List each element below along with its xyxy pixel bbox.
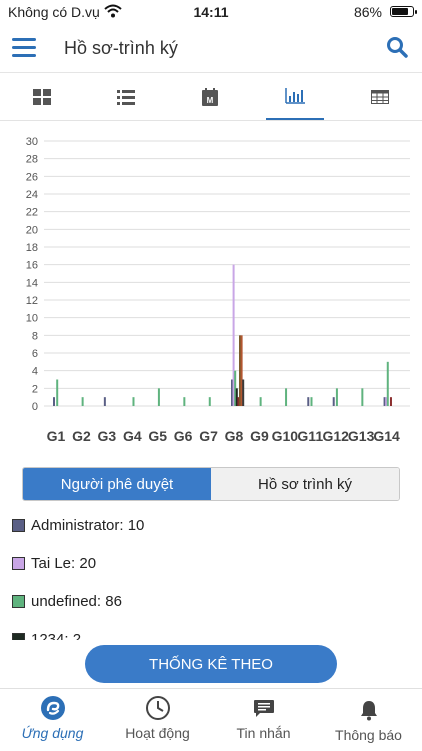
x-tick-label: G10 <box>272 428 299 444</box>
x-tick-label: G7 <box>199 428 218 444</box>
legend-label: Tai Le: 20 <box>31 554 97 572</box>
legend-swatch <box>12 632 25 640</box>
submitted-option[interactable]: Hồ sơ trình ký <box>211 468 399 500</box>
bar <box>285 388 288 406</box>
tab-table[interactable] <box>338 74 422 120</box>
y-tick-label: 26 <box>26 171 38 183</box>
x-tick-label: G4 <box>123 428 142 444</box>
legend-label: undefined: 86 <box>31 592 122 610</box>
calendar-icon: M <box>202 88 218 106</box>
chart-legend: Administrator: 10 Tai Le: 20 undefined: 86… <box>12 510 412 640</box>
x-tick-label: G8 <box>225 428 244 444</box>
bell-icon <box>360 701 377 721</box>
y-tick-label: 28 <box>26 154 38 166</box>
nav-activity[interactable]: Hoạt động <box>105 689 210 751</box>
bar <box>389 397 392 406</box>
tab-chart[interactable] <box>266 74 324 120</box>
nav-notifications-label: Thông báo <box>335 727 402 743</box>
nav-messages[interactable]: Tin nhắn <box>211 689 316 751</box>
tab-list[interactable] <box>84 74 168 120</box>
clock-icon <box>145 696 170 720</box>
legend-item: Administrator: 10 <box>12 514 144 536</box>
bar <box>332 397 335 406</box>
bar <box>361 388 364 406</box>
bar <box>335 388 338 406</box>
calendar-glyph: M <box>207 96 214 105</box>
view-tabs: M <box>0 74 422 121</box>
x-tick-label: G2 <box>72 428 91 444</box>
bar <box>103 397 106 406</box>
bar <box>81 397 84 406</box>
legend-swatch <box>12 556 25 570</box>
legend-item: undefined: 86 <box>12 590 122 612</box>
legend-label: 1234: 2 <box>31 630 82 641</box>
y-tick-label: 14 <box>26 277 38 289</box>
x-tick-label: G6 <box>174 428 193 444</box>
y-tick-label: 18 <box>26 242 38 254</box>
approver-option[interactable]: Người phê duyệt <box>23 468 211 500</box>
x-tick-label: G12 <box>322 428 349 444</box>
legend-item: 1234: 2 <box>12 628 81 640</box>
status-bar: Không có D.vụ 14:11 86% <box>0 0 422 24</box>
y-tick-label: 8 <box>32 330 38 342</box>
bottom-navigation: Ứng dụng Hoạt động Tin nhắn Thông báo <box>0 688 422 751</box>
legend-swatch <box>12 594 25 608</box>
x-tick-label: G1 <box>47 428 66 444</box>
table-icon <box>371 90 389 104</box>
x-tick-label: G3 <box>98 428 117 444</box>
tab-calendar[interactable]: M <box>168 74 252 120</box>
battery-icon <box>390 6 417 17</box>
nav-apps[interactable]: Ứng dụng <box>0 689 105 751</box>
bar-chart-icon <box>285 88 305 104</box>
y-tick-label: 16 <box>26 260 38 272</box>
x-tick-label: G14 <box>373 428 400 444</box>
y-tick-label: 0 <box>32 401 38 413</box>
bar <box>208 397 211 406</box>
y-tick-label: 30 <box>26 136 38 148</box>
y-tick-label: 20 <box>26 224 38 236</box>
grid-icon <box>33 89 51 105</box>
nav-apps-label: Ứng dụng <box>21 725 84 741</box>
page-title: Hồ sơ-trình ký <box>64 38 178 58</box>
bar <box>132 397 135 406</box>
battery-percent: 86% <box>353 4 382 20</box>
legend-item: Tai Le: 20 <box>12 552 96 574</box>
message-icon <box>253 700 274 717</box>
search-icon[interactable] <box>386 36 408 58</box>
bar-chart: 024681012141618202224262830G1 G2 G3 G4 G5 G6 G… <box>26 136 410 444</box>
legend-label: Administrator: 10 <box>31 516 145 534</box>
bar <box>259 397 262 406</box>
bar <box>53 397 55 406</box>
app-icon <box>40 696 65 720</box>
nav-notifications[interactable]: Thông báo <box>316 689 421 751</box>
x-tick-label: G13 <box>348 428 375 444</box>
menu-icon[interactable] <box>12 38 36 58</box>
y-tick-label: 10 <box>26 313 38 325</box>
legend-swatch <box>12 518 25 532</box>
statistics-by-button[interactable]: THỐNG KÊ THEO <box>85 645 337 683</box>
x-tick-label: G9 <box>250 428 269 444</box>
bar <box>183 397 186 406</box>
nav-messages-label: Tin nhắn <box>236 725 291 741</box>
bar <box>242 379 245 406</box>
y-tick-label: 22 <box>26 207 38 219</box>
group-by-switch: Người phê duyệt Hồ sơ trình ký <box>22 467 400 501</box>
bar <box>386 361 389 406</box>
y-tick-label: 2 <box>32 383 38 395</box>
bar <box>157 388 160 406</box>
y-tick-label: 24 <box>26 189 38 201</box>
y-tick-label: 12 <box>26 295 38 307</box>
bar <box>56 379 59 406</box>
list-icon <box>117 90 135 105</box>
y-tick-label: 6 <box>32 348 38 360</box>
nav-activity-label: Hoạt động <box>125 725 190 741</box>
tab-grid[interactable] <box>0 74 84 120</box>
bar <box>307 397 310 406</box>
app-header: Hồ sơ-trình ký <box>0 24 422 73</box>
bar <box>310 397 313 406</box>
x-tick-label: G5 <box>148 428 167 444</box>
x-tick-label: G11 <box>297 428 323 444</box>
y-tick-label: 4 <box>32 366 38 378</box>
